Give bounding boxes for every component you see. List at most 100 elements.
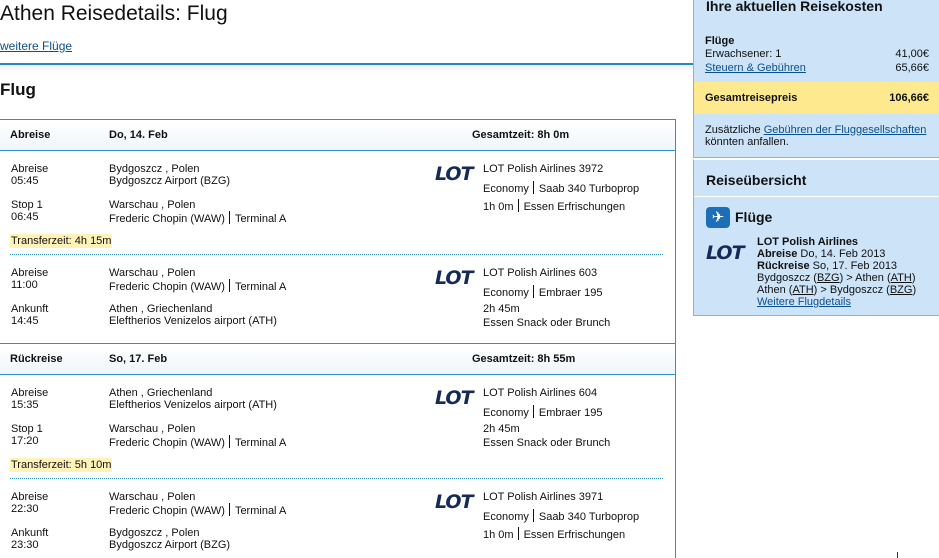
segment-divider xyxy=(10,254,663,255)
separator xyxy=(228,279,230,292)
flight-itinerary: Abreise Do, 14. Feb Gesamtzeit: 8h 0m Ab… xyxy=(0,119,676,558)
separator xyxy=(228,211,230,224)
separator xyxy=(532,405,534,418)
cost-flights-heading: Flüge xyxy=(705,35,735,47)
lot-logo: LOT xyxy=(435,267,474,289)
separator xyxy=(228,503,230,516)
total-label: Gesamtreisepreis xyxy=(705,92,798,104)
departure-city: Bydgoszcz , Polen xyxy=(109,163,200,175)
total-price: 106,66€ xyxy=(889,92,929,104)
outbound-date: Do, 14. Feb xyxy=(109,129,168,141)
return-total-time: Gesamtzeit: 8h 55m xyxy=(472,353,576,365)
airport-code[interactable]: BZG xyxy=(817,272,840,284)
separator xyxy=(517,199,519,212)
outbound-header: Abreise Do, 14. Feb Gesamtzeit: 8h 0m xyxy=(0,120,675,151)
flight-duration: 1h 0m xyxy=(483,529,514,541)
extra-fees-suffix: könnten anfallen. xyxy=(705,136,789,148)
overview-divider xyxy=(694,196,939,197)
arrival-airport: Frederic Chopin (WAW) xyxy=(109,437,225,449)
duration-meal: 1h 0m Essen Erfrischungen xyxy=(483,527,625,541)
overview-airline-name: LOT Polish Airlines xyxy=(757,236,858,248)
flight-duration: 1h 0m xyxy=(483,201,514,213)
departure-airport: Bydgoszcz Airport (BZG) xyxy=(109,175,231,187)
cabin-class: Economy xyxy=(483,511,529,523)
airport-code[interactable]: ATH xyxy=(792,284,813,296)
departure-airport-line: Frederic Chopin (WAW) Terminal A xyxy=(109,279,286,293)
class-aircraft: Economy Saab 340 Turboprop xyxy=(483,181,639,195)
airplane-icon: ✈ xyxy=(706,207,730,228)
overview-route-return: Athen (ATH) > Bydgoszcz (BZG) xyxy=(757,284,917,296)
aircraft: Embraer 195 xyxy=(538,407,603,419)
route-from: Athen xyxy=(757,284,786,296)
flight-number: LOT Polish Airlines 604 xyxy=(483,387,598,399)
airport-code[interactable]: ATH xyxy=(891,272,912,284)
transfer-time: Transferzeit: 4h 15m xyxy=(10,234,113,248)
arrival-terminal: Terminal A xyxy=(234,213,287,225)
departure-label: Abreise xyxy=(11,267,49,279)
transfer-time: Transferzeit: 5h 10m xyxy=(10,458,113,472)
outbound-total-time: Gesamtzeit: 8h 0m xyxy=(472,129,570,141)
arrival-city: Athen , Griechenland xyxy=(109,303,213,315)
header-shadow xyxy=(0,65,693,72)
arrival-airport-line: Frederic Chopin (WAW) Terminal A xyxy=(109,211,286,225)
flight-duration: 2h 45m xyxy=(483,423,520,435)
lot-logo: LOT xyxy=(435,163,474,185)
arrival-city: Bydgoszcz , Polen xyxy=(109,527,200,539)
overview-route-outbound: Bydgoszcz (BZG) > Athen (ATH) xyxy=(757,272,916,284)
departure-time: 05:45 xyxy=(11,175,39,187)
departure-city: Warschau , Polen xyxy=(109,267,196,279)
segment-divider xyxy=(10,478,663,479)
departure-city: Athen , Griechenland xyxy=(109,387,213,399)
taxes-link[interactable]: Steuern & Gebühren xyxy=(705,62,806,74)
lot-logo: LOT xyxy=(706,242,745,264)
total-price-bar: Gesamtreisepreis 106,66€ xyxy=(694,82,939,114)
section-title: Flug xyxy=(0,80,36,99)
flight-segment: Abreise 22:30 Warschau , Polen Frederic … xyxy=(0,480,675,558)
departure-label: Abreise xyxy=(11,491,49,503)
return-header: Rückreise So, 17. Feb Gesamtzeit: 8h 55m xyxy=(0,344,675,375)
arrival-label: Ankunft xyxy=(11,527,49,539)
class-aircraft: Economy Embraer 195 xyxy=(483,285,602,299)
overview-departure: Abreise Do, 14. Feb 2013 xyxy=(757,248,885,260)
arrival-time: 06:45 xyxy=(11,211,39,223)
trip-overview: Reiseübersicht ✈ Flüge LOT LOT Polish Ai… xyxy=(693,159,939,316)
departure-city: Warschau , Polen xyxy=(109,491,196,503)
return-date: So, 17. Feb 2013 xyxy=(812,260,898,272)
bottom-tick xyxy=(897,552,898,558)
arrival-time: 23:30 xyxy=(11,539,39,551)
separator xyxy=(517,527,519,540)
flight-duration: 2h 45m xyxy=(483,303,520,315)
airport-code[interactable]: BZG xyxy=(890,284,913,296)
flight-details-link[interactable]: Weitere Flugdetails xyxy=(757,296,851,308)
class-aircraft: Economy Embraer 195 xyxy=(483,405,602,419)
flight-number: LOT Polish Airlines 603 xyxy=(483,267,598,279)
separator xyxy=(532,509,534,522)
arrival-time: 14:45 xyxy=(11,315,39,327)
main-content: Athen Reisedetails: Flug weitere Flüge F… xyxy=(0,0,693,558)
meal-info: Essen Snack oder Brunch xyxy=(483,437,611,449)
overview-return: Rückreise So, 17. Feb 2013 xyxy=(757,260,897,272)
more-flights-link[interactable]: weitere Flüge xyxy=(0,39,72,53)
airline-name: LOT Polish Airlines xyxy=(757,236,859,248)
class-aircraft: Economy Saab 340 Turboprop xyxy=(483,509,639,523)
extra-fees-prefix: Zusätzliche xyxy=(705,124,761,136)
extra-fees-note: Zusätzliche Gebühren der Fluggesellschaf… xyxy=(705,124,933,148)
arrival-city: Warschau , Polen xyxy=(109,199,196,211)
arrival-label: Stop 1 xyxy=(11,423,43,435)
separator xyxy=(532,285,534,298)
lot-logo: LOT xyxy=(435,387,474,409)
flight-segment: Abreise 05:45 Bydgoszcz , Polen Bydgoszc… xyxy=(0,152,675,232)
meal-info: Essen Erfrischungen xyxy=(523,529,626,541)
departure-airport-line: Frederic Chopin (WAW) Terminal A xyxy=(109,503,286,517)
flight-segment: Abreise 11:00 Warschau , Polen Frederic … xyxy=(0,256,675,336)
adults-label: Erwachsener: 1 xyxy=(705,48,782,60)
arrival-label: Stop 1 xyxy=(11,199,43,211)
aircraft: Saab 340 Turboprop xyxy=(538,511,640,523)
meal-info: Essen Erfrischungen xyxy=(523,201,626,213)
duration-meal: 1h 0m Essen Erfrischungen xyxy=(483,199,625,213)
meal-info: Essen Snack oder Brunch xyxy=(483,317,611,329)
overview-flights-label: Flüge xyxy=(735,209,773,225)
airline-fees-link[interactable]: Gebühren der Fluggesellschaften xyxy=(764,124,927,136)
return-label: Rückreise xyxy=(757,260,810,272)
aircraft: Saab 340 Turboprop xyxy=(538,183,640,195)
